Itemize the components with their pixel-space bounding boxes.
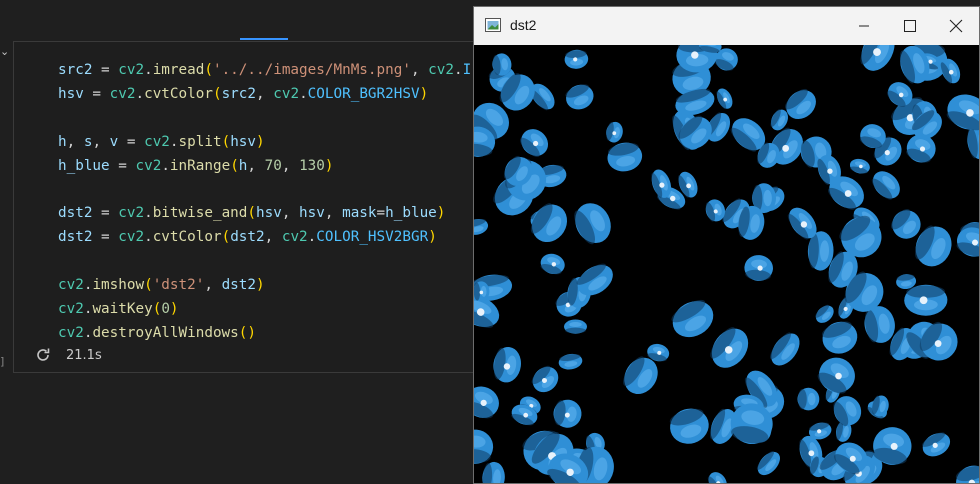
window-titlebar[interactable]: dst2 (474, 7, 979, 45)
code-editor[interactable]: src2 = cv2.imread('../../images/MnMs.png… (58, 59, 471, 346)
candy-shape (707, 472, 727, 483)
candy-shape (606, 121, 623, 143)
candy-shape (574, 203, 611, 245)
candy-shape (531, 365, 559, 393)
candy-shape (955, 465, 979, 483)
candy-shape (558, 353, 583, 370)
candy-shape (871, 171, 900, 200)
chevron-down-icon[interactable]: ⌄ (0, 46, 9, 58)
candy-shape (744, 255, 773, 281)
candy-shape (607, 142, 643, 172)
close-icon (949, 19, 963, 33)
code-cell[interactable]: src2 = cv2.imread('../../images/MnMs.png… (13, 41, 483, 373)
candy-shape (519, 129, 549, 158)
active-tab-indicator (240, 38, 288, 40)
code-line: h, s, v = cv2.split(hsv) (58, 133, 265, 150)
execution-time: 21.1s (66, 348, 102, 363)
image-canvas (474, 45, 979, 483)
candy-shape (710, 327, 749, 368)
candy-shape (769, 332, 800, 366)
candy-shape (946, 94, 979, 131)
code-line: dst2 = cv2.bitwise_and(hsv, hsv, mask=h_… (58, 205, 446, 222)
candy-shape (565, 84, 594, 110)
code-line: cv2.imshow('dst2', dst2) (58, 277, 265, 294)
candy-shape (756, 451, 780, 476)
close-button[interactable] (933, 7, 979, 45)
code-line: hsv = cv2.cvtColor(src2, cv2.COLOR_BGR2H… (58, 85, 429, 102)
code-line: h_blue = cv2.inRange(h, 70, 130) (58, 157, 334, 174)
code-line: src2 = cv2.imread('../../images/MnMs.png… (58, 62, 472, 78)
candy-shape (482, 461, 505, 483)
candy-shape (553, 399, 582, 428)
candy-shape (956, 227, 979, 257)
image-window-icon (485, 18, 501, 32)
candy-shape (474, 218, 489, 235)
candy-shape (474, 429, 494, 464)
candy-shape (817, 357, 855, 394)
candy-shape (797, 387, 820, 411)
candy-shape (849, 158, 870, 174)
candy-shape (564, 319, 587, 334)
candy-shape (922, 432, 951, 457)
candy-shape (540, 253, 565, 275)
code-line: dst2 = cv2.cvtColor(dst2, cv2.COLOR_HSV2… (58, 229, 437, 246)
candy-shape (493, 346, 521, 383)
minimize-icon (859, 25, 869, 27)
candy-shape (716, 88, 733, 110)
code-line: cv2.waitKey(0) (58, 300, 179, 317)
candy-shape (474, 386, 499, 419)
candy-shape (530, 203, 568, 243)
cell-gutter-bracket: ] (0, 355, 5, 368)
image-window[interactable]: dst2 (473, 6, 980, 484)
refresh-icon (37, 348, 50, 361)
window-title: dst2 (510, 17, 537, 33)
candy-shape (860, 45, 895, 71)
maximize-icon (904, 20, 916, 32)
candy-shape (904, 284, 948, 316)
maximize-button[interactable] (887, 7, 933, 45)
candy-shape (669, 408, 709, 444)
candy-shape (821, 321, 858, 354)
cell-status-bar: 21.1s (14, 340, 483, 372)
candy-shape (564, 49, 589, 69)
candy-shape (671, 299, 714, 338)
candy-shape (815, 304, 834, 323)
minimize-button[interactable] (841, 7, 887, 45)
